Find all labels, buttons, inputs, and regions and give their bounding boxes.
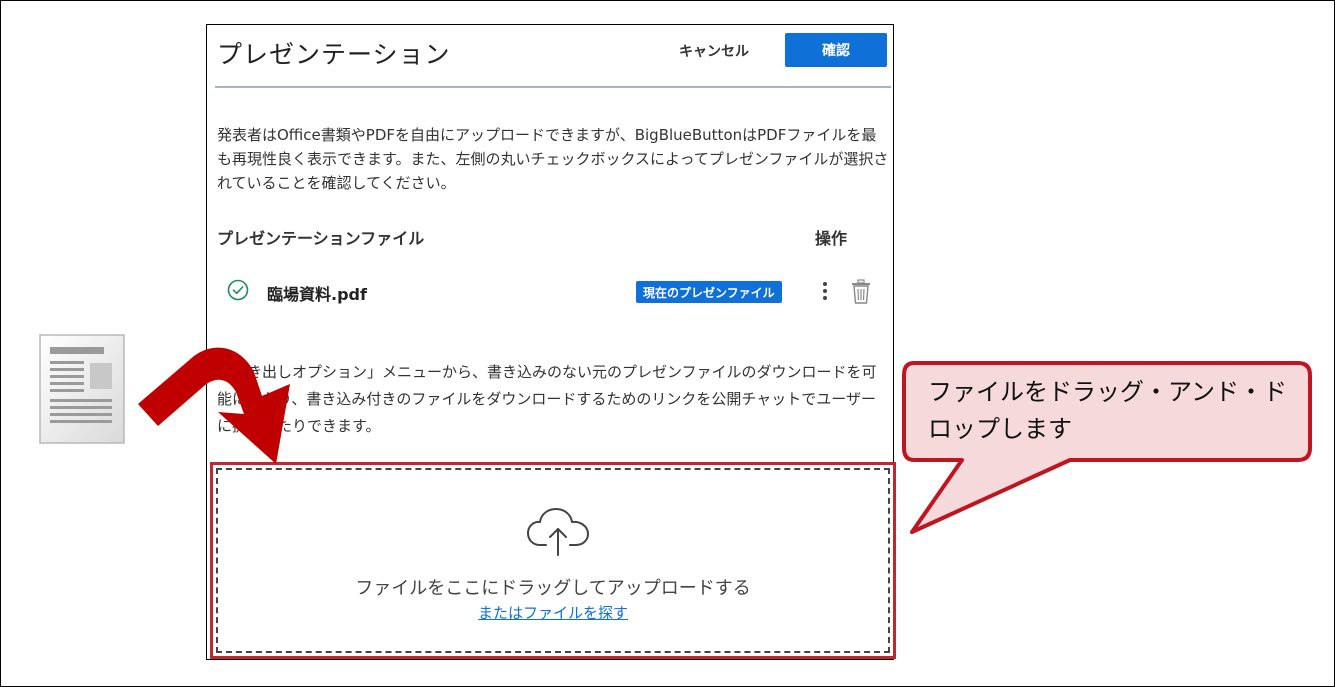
cloud-upload-icon: [527, 508, 589, 556]
browse-files-link[interactable]: またはファイルを探す: [218, 602, 888, 623]
current-presentation-badge: 現在のプレゼンファイル: [636, 281, 782, 303]
drop-zone-text: ファイルをここにドラッグしてアップロードする: [355, 578, 751, 599]
check-circle-icon[interactable]: [227, 279, 249, 301]
trash-icon[interactable]: [850, 279, 872, 305]
more-vertical-icon[interactable]: [819, 279, 831, 303]
document-icon: [39, 334, 125, 444]
callout-text: ファイルをドラッグ・アンド・ドロップします: [928, 378, 1288, 443]
file-row: 臨場資料.pdf 現在のプレゼンファイル: [207, 273, 895, 309]
file-column-header: プレゼンテーションファイル: [217, 229, 425, 248]
drop-zone-dashed-area: ファイルをここにドラッグしてアップロードする またはファイルを探す: [216, 468, 890, 653]
upload-description: 発表者はOffice書類やPDFを自由にアップロードできますが、BigBlueB…: [217, 126, 889, 192]
confirm-button[interactable]: 確認: [785, 33, 887, 67]
curved-arrow-icon: [138, 347, 290, 464]
dialog-title: プレゼンテーション: [217, 40, 451, 69]
header-divider: [215, 86, 891, 88]
file-name: 臨場資料.pdf: [267, 285, 367, 304]
file-drop-zone[interactable]: ファイルをここにドラッグしてアップロードする またはファイルを探す: [210, 462, 896, 659]
actions-column-header: 操作: [815, 229, 848, 248]
cancel-button[interactable]: キャンセル: [679, 41, 749, 61]
